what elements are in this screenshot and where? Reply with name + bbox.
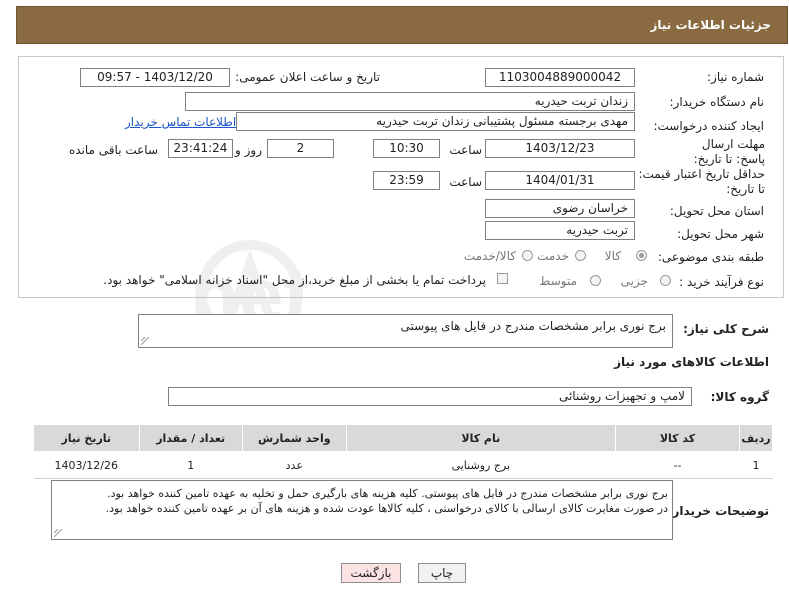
buyer-notes-line-1: برج نوری برابر مشخصات مندرج در فایل های …	[107, 487, 668, 500]
province-field: خراسان رضوی	[485, 199, 635, 218]
goods-table: ردیف کد کالا نام کالا واحد شمارش تعداد /…	[33, 424, 773, 479]
buyer-notes-textarea[interactable]: برج نوری برابر مشخصات مندرج در فایل های …	[51, 480, 673, 540]
description-label: شرح کلی نیاز:	[683, 322, 769, 336]
col-header-date: تاریخ نیاز	[33, 424, 140, 452]
purchase-option-medium: متوسط	[539, 274, 577, 288]
deadline-time-label: ساعت	[449, 143, 482, 157]
deadline-date-field: 1403/12/23	[485, 139, 635, 158]
print-button[interactable]: چاپ	[418, 563, 466, 583]
creator-label: ایجاد کننده درخواست:	[653, 119, 764, 133]
remaining-time-field: 23:41:24	[168, 139, 233, 158]
col-header-unit: واحد شمارش	[241, 424, 347, 452]
purchase-type-label: نوع فرآیند خرید :	[679, 275, 764, 289]
goods-section-title: اطلاعات کالاهای مورد نیاز	[614, 355, 769, 369]
buyer-contact-link[interactable]: اطلاعات تماس خریدار	[125, 115, 236, 129]
need-number-label: شماره نیاز:	[707, 70, 764, 84]
page-header: جزئیات اطلاعات نیاز	[16, 6, 788, 44]
category-radio-goods[interactable]	[636, 250, 647, 261]
remaining-days-field: 2	[267, 139, 334, 158]
goods-group-label: گروه کالا:	[710, 390, 769, 404]
cell-unit: عدد	[242, 451, 347, 479]
cell-name: برج روشنایی	[346, 451, 616, 479]
need-number-field: 1103004889000042	[485, 68, 635, 87]
cell-code: --	[615, 451, 740, 479]
category-radio-service[interactable]	[575, 250, 586, 261]
deadline-time-field: 10:30	[373, 139, 440, 158]
category-option-service: خدمت	[537, 249, 569, 263]
buyer-notes-label: توضیحات خریدار:	[667, 504, 769, 518]
table-row: 1 -- برج روشنایی عدد 1 1403/12/26	[33, 451, 773, 479]
creator-field: مهدی برجسته مسئول پشتیبانی زندان تربت حی…	[236, 112, 635, 131]
deadline-label: مهلت ارسال پاسخ: تا تاریخ:	[693, 137, 765, 166]
purchase-radio-medium[interactable]	[590, 275, 601, 286]
description-text: برج نوری برابر مشخصات مندرج در فایل های …	[400, 319, 666, 333]
price-validity-time-label: ساعت	[449, 175, 482, 189]
price-validity-date-field: 1404/01/31	[485, 171, 635, 190]
col-header-code: کد کالا	[614, 424, 741, 452]
cell-row: 1	[739, 451, 773, 479]
city-label: شهر محل تحویل:	[677, 227, 764, 241]
announce-date-field: 1403/12/20 - 09:57	[80, 68, 230, 87]
purchase-radio-minor[interactable]	[660, 275, 671, 286]
col-header-quantity: تعداد / مقدار	[138, 424, 243, 452]
col-header-row: ردیف	[739, 424, 773, 452]
price-validity-label: حداقل تاریخ اعتبار قیمت: تا تاریخ:	[638, 167, 765, 196]
category-label: طبقه بندی موضوعی:	[657, 250, 764, 264]
purchase-option-minor: جزیی	[620, 274, 648, 288]
goods-group-field: لامپ و تجهیزات روشنائی	[168, 387, 692, 406]
buyer-org-field: زندان تربت حیدریه	[185, 92, 635, 111]
treasury-payment-note: پرداخت تمام یا بخشی از مبلغ خرید،از محل …	[103, 273, 486, 287]
cell-quantity: 1	[139, 451, 243, 479]
page-title: جزئیات اطلاعات نیاز	[650, 18, 771, 32]
cell-date: 1403/12/26	[33, 451, 140, 479]
resize-grip-icon[interactable]	[54, 529, 62, 537]
city-field: تربت حیدریه	[485, 221, 635, 240]
buyer-org-label: نام دستگاه خریدار:	[669, 95, 765, 109]
col-header-name: نام کالا	[345, 424, 616, 452]
days-and-label: روز و	[235, 143, 262, 157]
announce-date-label: تاریخ و ساعت اعلان عمومی:	[235, 70, 380, 84]
buyer-notes-line-2: در صورت مغایرت کالای ارسالی با کالای درخ…	[105, 502, 668, 515]
description-textarea[interactable]: برج نوری برابر مشخصات مندرج در فایل های …	[138, 314, 673, 348]
province-label: استان محل تحویل:	[669, 204, 764, 218]
remaining-time-label: ساعت باقی مانده	[68, 143, 158, 157]
category-option-goods: کالا	[604, 249, 621, 263]
treasury-payment-checkbox[interactable]	[497, 273, 508, 284]
back-button[interactable]: بازگشت	[341, 563, 401, 583]
category-option-goods-service: کالا/خدمت	[463, 249, 516, 263]
resize-grip-icon[interactable]	[141, 337, 149, 345]
price-validity-time-field: 23:59	[373, 171, 440, 190]
category-radio-goods-service[interactable]	[522, 250, 533, 261]
